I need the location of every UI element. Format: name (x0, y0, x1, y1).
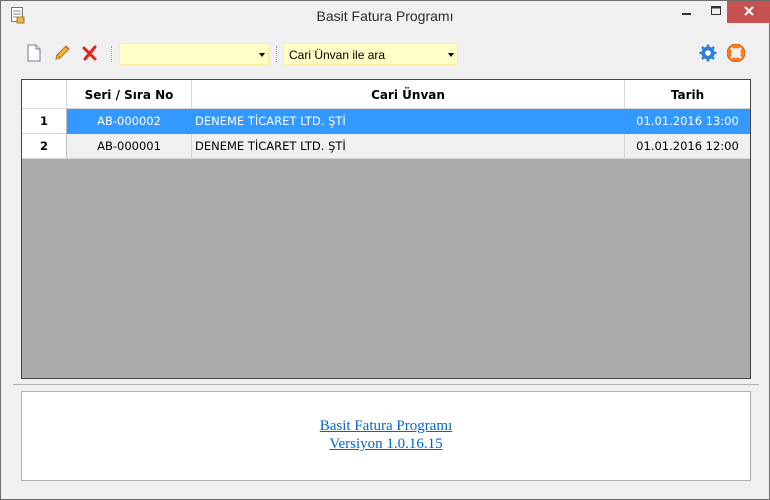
chevron-down-icon (259, 53, 265, 57)
search-mode-value: Cari Ünvan ile ara (289, 48, 386, 62)
date-cell[interactable]: 01.01.2016 13:00 (625, 109, 750, 134)
new-document-icon (26, 44, 42, 65)
version-link[interactable]: Versiyon 1.0.16.15 (22, 436, 750, 453)
column-header-company[interactable]: Cari Ünvan (192, 80, 625, 109)
column-header-serial[interactable]: Seri / Sıra No (67, 80, 192, 109)
pencil-icon (53, 44, 71, 65)
panel-divider (13, 384, 759, 385)
invoice-grid[interactable]: Seri / Sıra No Cari Ünvan Tarih 1 AB-000… (21, 79, 751, 379)
settings-button[interactable] (697, 43, 719, 65)
grid-corner-cell[interactable] (22, 80, 67, 109)
filter-combo[interactable] (119, 43, 269, 65)
row-number[interactable]: 1 (22, 109, 67, 134)
toolbar-separator (111, 46, 112, 62)
maximize-icon (711, 5, 721, 19)
row-number[interactable]: 2 (22, 134, 67, 159)
grid-header: Seri / Sıra No Cari Ünvan Tarih (22, 80, 750, 109)
title-bar[interactable]: Basit Fatura Programı (1, 1, 770, 31)
company-cell[interactable]: DENEME TİCARET LTD. ŞTİ (192, 109, 625, 134)
table-row[interactable]: 1 AB-000002 DENEME TİCARET LTD. ŞTİ 01.0… (22, 109, 750, 134)
new-invoice-button[interactable] (23, 43, 45, 65)
delete-icon (82, 45, 98, 64)
toolbar-separator (276, 46, 277, 62)
close-icon (743, 5, 755, 20)
table-row[interactable]: 2 AB-000001 DENEME TİCARET LTD. ŞTİ 01.0… (22, 134, 750, 159)
app-name-link[interactable]: Basit Fatura Programı (22, 418, 750, 435)
serial-cell[interactable]: AB-000002 (67, 109, 192, 134)
window-title: Basit Fatura Programı (316, 8, 454, 24)
edit-invoice-button[interactable] (51, 43, 73, 65)
minimize-icon (682, 5, 692, 19)
company-cell[interactable]: DENEME TİCARET LTD. ŞTİ (192, 134, 625, 159)
date-cell[interactable]: 01.01.2016 12:00 (625, 134, 750, 159)
chevron-down-icon (448, 53, 454, 57)
help-lifebuoy-icon (726, 43, 746, 65)
delete-invoice-button[interactable] (79, 43, 101, 65)
info-panel: Basit Fatura Programı Versiyon 1.0.16.15 (21, 391, 751, 481)
serial-cell[interactable]: AB-000001 (67, 134, 192, 159)
search-mode-combo[interactable]: Cari Ünvan ile ara (283, 43, 458, 65)
settings-gear-icon (699, 44, 717, 65)
close-button[interactable] (727, 1, 770, 23)
toolbar: Cari Ünvan ile ara (13, 37, 759, 71)
column-header-date[interactable]: Tarih (625, 80, 750, 109)
app-window: Basit Fatura Programı Cari Ünvan ile ara… (0, 0, 770, 500)
help-button[interactable] (725, 43, 747, 65)
